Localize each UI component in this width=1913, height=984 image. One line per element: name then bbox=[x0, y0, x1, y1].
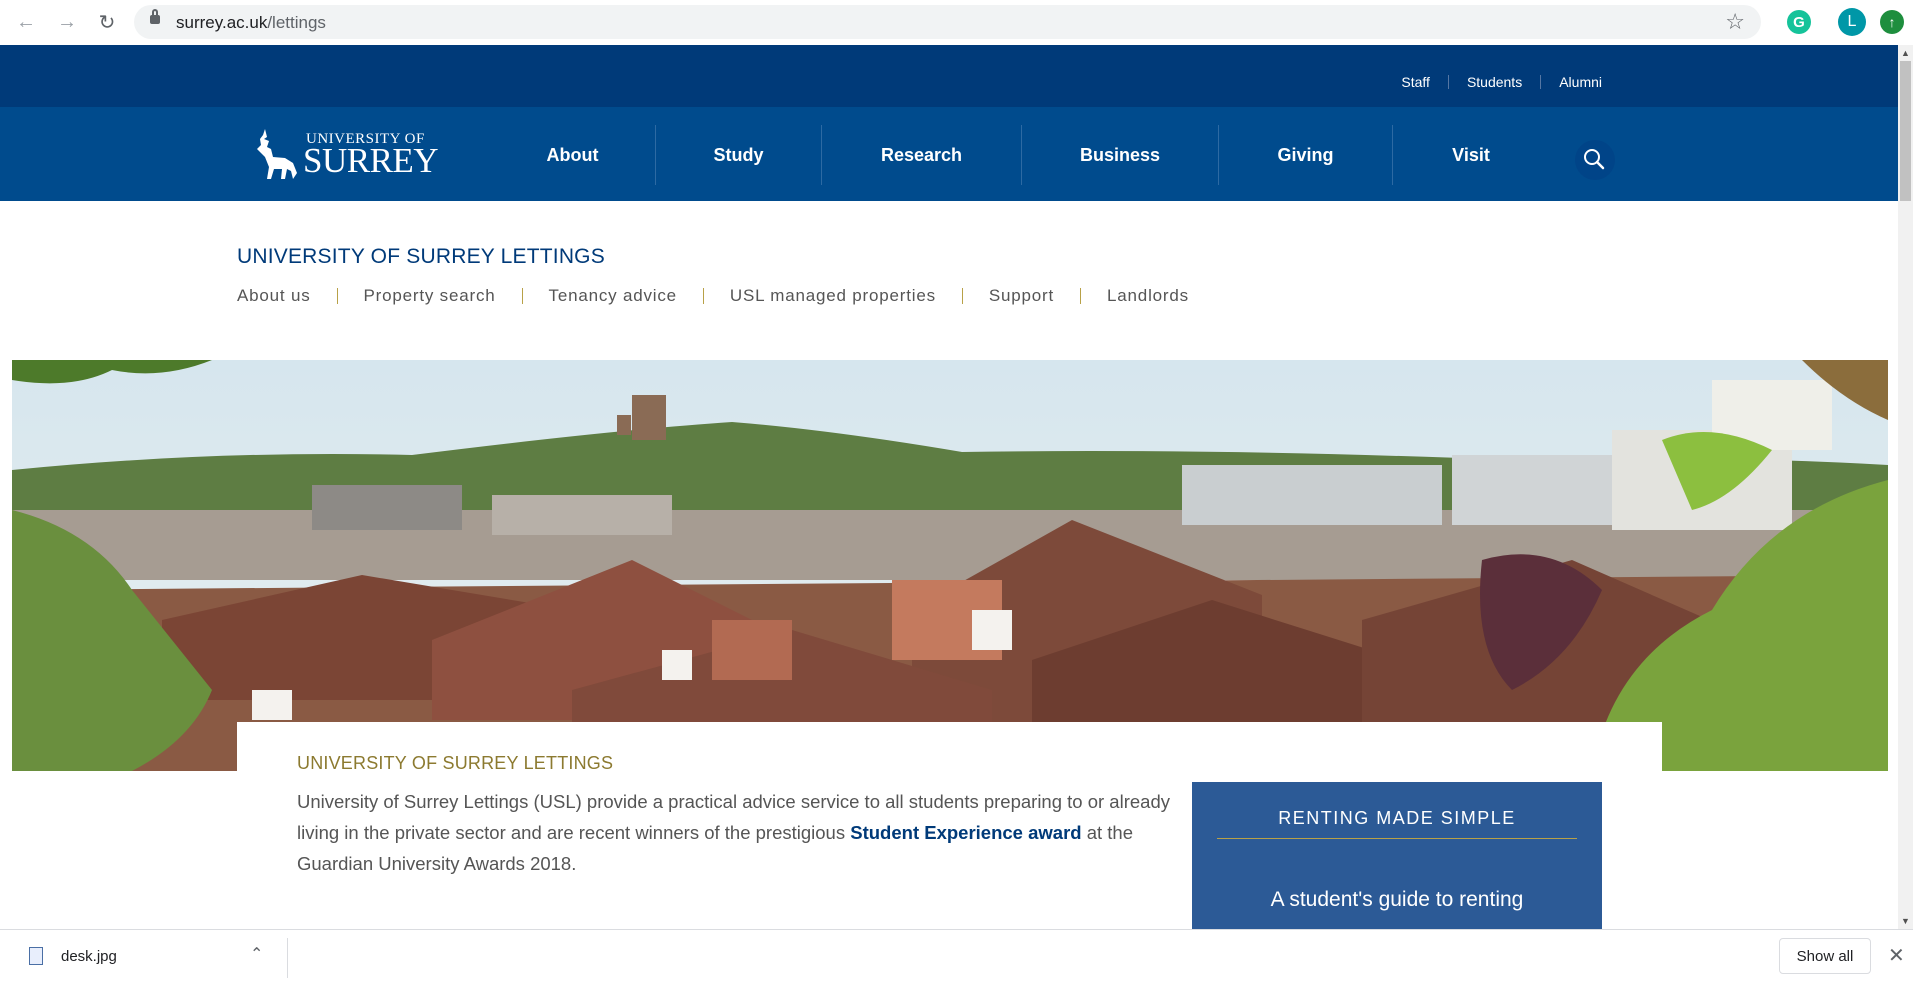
nav-item-study[interactable]: Study bbox=[655, 125, 821, 185]
scroll-down-icon[interactable]: ▼ bbox=[1901, 916, 1910, 926]
subnav-landlords[interactable]: Landlords bbox=[1080, 287, 1215, 304]
address-bar[interactable]: surrey.ac.uk/lettings ☆ bbox=[134, 5, 1761, 39]
url-text[interactable]: surrey.ac.uk/lettings bbox=[176, 13, 326, 33]
image-file-icon bbox=[29, 947, 43, 965]
section-subnav: About us Property search Tenancy advice … bbox=[237, 287, 1215, 304]
scroll-up-icon[interactable]: ▲ bbox=[1901, 48, 1910, 58]
show-all-button[interactable]: Show all bbox=[1779, 938, 1871, 974]
nav-item-research[interactable]: Research bbox=[821, 125, 1021, 185]
close-icon[interactable]: ✕ bbox=[1888, 943, 1905, 968]
hero-townscape-illustration bbox=[12, 360, 1888, 771]
download-filename[interactable]: desk.jpg bbox=[61, 948, 117, 965]
renting-guide-promo[interactable]: RENTING MADE SIMPLE A student's guide to… bbox=[1192, 782, 1602, 929]
download-divider bbox=[287, 938, 288, 978]
section-title[interactable]: UNIVERSITY OF SURREY LETTINGS bbox=[237, 245, 605, 269]
student-experience-award-link[interactable]: Student Experience award bbox=[850, 822, 1081, 843]
nav-item-about[interactable]: About bbox=[490, 125, 655, 185]
bookmark-star-icon[interactable]: ☆ bbox=[1725, 9, 1745, 35]
page-scrollbar[interactable]: ▲ ▼ bbox=[1898, 45, 1913, 929]
intro-paragraph: University of Surrey Lettings (USL) prov… bbox=[297, 791, 1170, 874]
subnav-support[interactable]: Support bbox=[961, 287, 1080, 304]
utility-links: Staff Students Alumni bbox=[1383, 75, 1620, 89]
subnav-property-search[interactable]: Property search bbox=[336, 287, 522, 304]
subnav-tenancy-advice[interactable]: Tenancy advice bbox=[521, 287, 703, 304]
profile-avatar[interactable]: L bbox=[1838, 8, 1866, 36]
nav-item-business[interactable]: Business bbox=[1021, 125, 1218, 185]
browser-toolbar: ← → ↻ surrey.ac.uk/lettings ☆ G L ↑ bbox=[0, 0, 1913, 46]
search-icon bbox=[1584, 149, 1605, 170]
back-icon[interactable]: ← bbox=[13, 9, 39, 35]
utility-bar: Staff Students Alumni bbox=[0, 45, 1898, 107]
grammarly-extension-icon[interactable]: G bbox=[1787, 10, 1811, 34]
scrollbar-thumb[interactable] bbox=[1900, 61, 1911, 201]
utility-link-staff[interactable]: Staff bbox=[1383, 75, 1448, 89]
page-viewport: Staff Students Alumni UNIVERSITY OF SURR… bbox=[0, 45, 1898, 929]
utility-link-students[interactable]: Students bbox=[1447, 75, 1540, 89]
lock-icon bbox=[150, 9, 160, 24]
download-bar: desk.jpg ⌃ Show all ✕ bbox=[0, 929, 1913, 984]
hero-image bbox=[12, 360, 1888, 771]
logo-line-2: SURREY bbox=[303, 141, 439, 180]
nav-item-giving[interactable]: Giving bbox=[1218, 125, 1392, 185]
intro-card: UNIVERSITY OF SURREY LETTINGS University… bbox=[237, 722, 1662, 929]
promo-divider bbox=[1217, 838, 1577, 839]
intro-heading: UNIVERSITY OF SURREY LETTINGS bbox=[297, 753, 614, 773]
main-navigation: UNIVERSITY OF SURREY About Study Researc… bbox=[0, 107, 1898, 201]
promo-subtitle: A student's guide to renting bbox=[1270, 888, 1524, 911]
subnav-about-us[interactable]: About us bbox=[237, 287, 337, 304]
chevron-up-icon[interactable]: ⌃ bbox=[250, 944, 263, 964]
update-icon[interactable]: ↑ bbox=[1880, 10, 1904, 34]
search-button[interactable] bbox=[1575, 140, 1615, 180]
reload-icon[interactable]: ↻ bbox=[94, 9, 120, 35]
utility-link-alumni[interactable]: Alumni bbox=[1540, 75, 1620, 89]
university-logo[interactable]: UNIVERSITY OF SURREY bbox=[255, 127, 439, 183]
subnav-usl-managed-properties[interactable]: USL managed properties bbox=[702, 287, 962, 304]
nav-item-visit[interactable]: Visit bbox=[1392, 125, 1549, 185]
main-nav-items: About Study Research Business Giving Vis… bbox=[490, 125, 1549, 185]
stag-logo-icon bbox=[257, 129, 297, 179]
promo-title: RENTING MADE SIMPLE bbox=[1278, 808, 1516, 828]
forward-icon[interactable]: → bbox=[54, 9, 80, 35]
